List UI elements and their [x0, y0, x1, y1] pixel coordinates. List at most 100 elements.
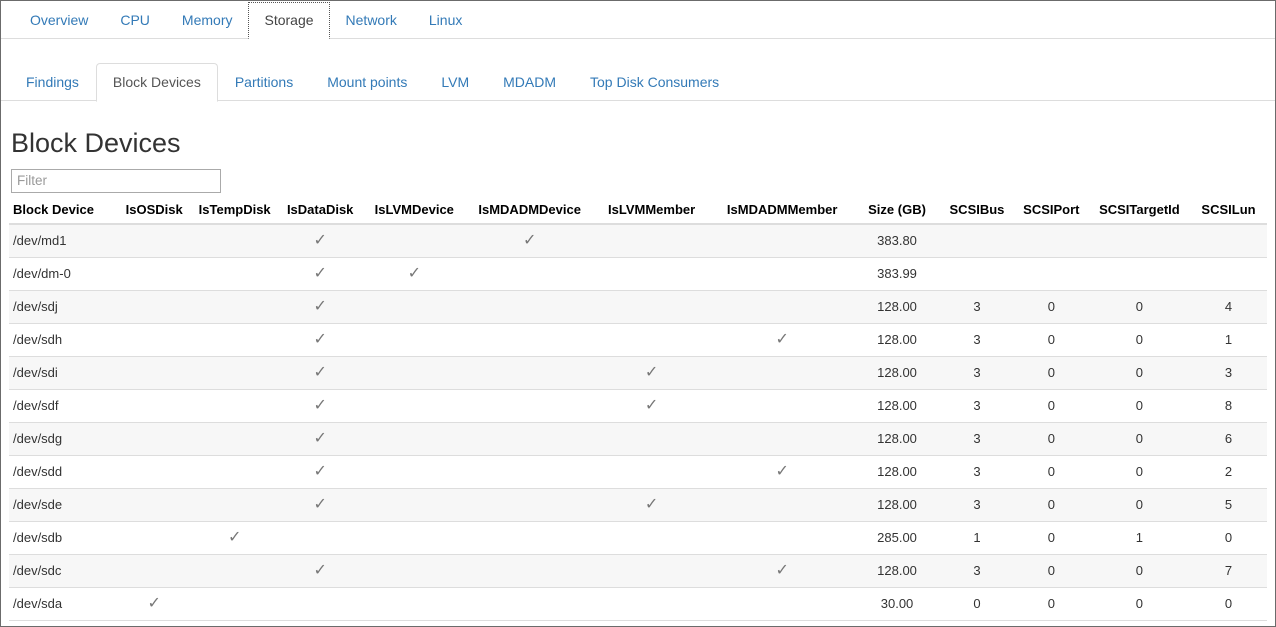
table-row[interactable]: /dev/sda✓30.000000: [9, 587, 1267, 620]
cell-isosdisk: [117, 224, 191, 258]
checkmark-icon: ✓: [775, 563, 788, 579]
cell-scsibus: 3: [940, 554, 1014, 587]
cell-isdatadisk: ✓: [278, 455, 362, 488]
checkmark-icon: ✓: [313, 563, 326, 579]
cell-ismdadmdevice: [466, 422, 593, 455]
cell-scsilun: 6: [1190, 422, 1267, 455]
table-row[interactable]: /dev/md1✓✓383.80: [9, 224, 1267, 258]
main-tab-cpu[interactable]: CPU: [104, 2, 166, 39]
cell-scsitargetid: 0: [1089, 389, 1190, 422]
cell-isosdisk: [117, 356, 191, 389]
cell-block-device: /dev/sda: [9, 587, 117, 620]
content-area: Block Devices Block DeviceIsOSDiskIsTemp…: [1, 129, 1275, 621]
cell-islvmmember: [593, 257, 710, 290]
cell-islvmmember: [593, 455, 710, 488]
cell-ismdadmmember: [710, 356, 854, 389]
cell-islvmmember: ✓: [593, 389, 710, 422]
main-tab-overview[interactable]: Overview: [14, 2, 104, 39]
checkmark-icon: ✓: [313, 398, 326, 414]
sub-tab-bar: FindingsBlock DevicesPartitionsMount poi…: [1, 39, 1275, 101]
sub-tab-mdadm[interactable]: MDADM: [486, 63, 573, 102]
cell-scsiport: [1014, 257, 1089, 290]
column-header-size-gb[interactable]: Size (GB): [854, 199, 940, 224]
sub-tab-block-devices[interactable]: Block Devices: [96, 63, 218, 102]
cell-islvmdevice: [362, 224, 466, 258]
sub-tab-top-disk-consumers[interactable]: Top Disk Consumers: [573, 63, 736, 102]
cell-ismdadmdevice: [466, 587, 593, 620]
cell-isosdisk: [117, 422, 191, 455]
sub-tab-lvm[interactable]: LVM: [424, 63, 486, 102]
table-row[interactable]: /dev/dm-0✓✓383.99: [9, 257, 1267, 290]
column-header-isdatadisk[interactable]: IsDataDisk: [278, 199, 362, 224]
cell-scsilun: 0: [1190, 587, 1267, 620]
column-header-istempdisk[interactable]: IsTempDisk: [191, 199, 278, 224]
cell-scsibus: 3: [940, 323, 1014, 356]
cell-block-device: /dev/sdf: [9, 389, 117, 422]
cell-islvmmember: [593, 554, 710, 587]
cell-scsilun: 4: [1190, 290, 1267, 323]
sub-tab-findings[interactable]: Findings: [9, 63, 96, 102]
cell-size: 128.00: [854, 488, 940, 521]
cell-islvmdevice: [362, 521, 466, 554]
column-header-islvmmember[interactable]: IsLVMMember: [593, 199, 710, 224]
cell-isdatadisk: ✓: [278, 389, 362, 422]
cell-block-device: /dev/sdb: [9, 521, 117, 554]
cell-scsitargetid: [1089, 257, 1190, 290]
table-row[interactable]: /dev/sdd✓✓128.003002: [9, 455, 1267, 488]
filter-input[interactable]: [11, 169, 221, 193]
cell-istempdisk: [191, 422, 278, 455]
column-header-scsiport[interactable]: SCSIPort: [1014, 199, 1089, 224]
table-row[interactable]: /dev/sde✓✓128.003005: [9, 488, 1267, 521]
column-header-scsilun[interactable]: SCSILun: [1190, 199, 1267, 224]
main-tab-storage[interactable]: Storage: [248, 2, 329, 39]
column-header-block-device[interactable]: Block Device: [9, 199, 117, 224]
checkmark-icon: ✓: [313, 332, 326, 348]
cell-isosdisk: [117, 521, 191, 554]
column-header-ismdadmmember[interactable]: IsMDADMMember: [710, 199, 854, 224]
cell-istempdisk: [191, 455, 278, 488]
column-header-isosdisk[interactable]: IsOSDisk: [117, 199, 191, 224]
cell-islvmmember: [593, 224, 710, 258]
table-body: /dev/md1✓✓383.80/dev/dm-0✓✓383.99/dev/sd…: [9, 224, 1267, 621]
sub-tab-partitions[interactable]: Partitions: [218, 63, 310, 102]
app-window: OverviewCPUMemoryStorageNetworkLinux Fin…: [0, 0, 1276, 627]
checkmark-icon: ✓: [313, 431, 326, 447]
cell-isdatadisk: ✓: [278, 224, 362, 258]
cell-ismdadmmember: [710, 488, 854, 521]
cell-isdatadisk: ✓: [278, 257, 362, 290]
main-tab-linux[interactable]: Linux: [413, 2, 478, 39]
main-tab-network[interactable]: Network: [330, 2, 413, 39]
sub-tab-mount-points[interactable]: Mount points: [310, 63, 424, 102]
cell-islvmmember: [593, 521, 710, 554]
main-tab-memory[interactable]: Memory: [166, 2, 249, 39]
checkmark-icon: ✓: [228, 530, 241, 546]
table-row[interactable]: /dev/sdg✓128.003006: [9, 422, 1267, 455]
column-header-ismdadmdevice[interactable]: IsMDADMDevice: [466, 199, 593, 224]
cell-islvmdevice: [362, 290, 466, 323]
cell-istempdisk: [191, 356, 278, 389]
column-header-islvmdevice[interactable]: IsLVMDevice: [362, 199, 466, 224]
main-tab-bar: OverviewCPUMemoryStorageNetworkLinux: [1, 1, 1275, 39]
cell-block-device: /dev/sde: [9, 488, 117, 521]
table-row[interactable]: /dev/sdc✓✓128.003007: [9, 554, 1267, 587]
cell-block-device: /dev/sdc: [9, 554, 117, 587]
cell-islvmdevice: [362, 389, 466, 422]
cell-isdatadisk: ✓: [278, 356, 362, 389]
cell-size: 128.00: [854, 422, 940, 455]
table-row[interactable]: /dev/sdj✓128.003004: [9, 290, 1267, 323]
column-header-scsitargetid[interactable]: SCSITargetId: [1089, 199, 1190, 224]
cell-istempdisk: [191, 257, 278, 290]
checkmark-icon: ✓: [645, 398, 658, 414]
table-row[interactable]: /dev/sdb✓285.001010: [9, 521, 1267, 554]
cell-islvmdevice: [362, 356, 466, 389]
cell-istempdisk: [191, 488, 278, 521]
table-row[interactable]: /dev/sdf✓✓128.003008: [9, 389, 1267, 422]
cell-ismdadmdevice: [466, 554, 593, 587]
table-row[interactable]: /dev/sdi✓✓128.003003: [9, 356, 1267, 389]
table-row[interactable]: /dev/sdh✓✓128.003001: [9, 323, 1267, 356]
cell-scsitargetid: 0: [1089, 323, 1190, 356]
cell-isdatadisk: ✓: [278, 554, 362, 587]
column-header-scsibus[interactable]: SCSIBus: [940, 199, 1014, 224]
cell-ismdadmdevice: ✓: [466, 224, 593, 258]
cell-scsiport: 0: [1014, 455, 1089, 488]
